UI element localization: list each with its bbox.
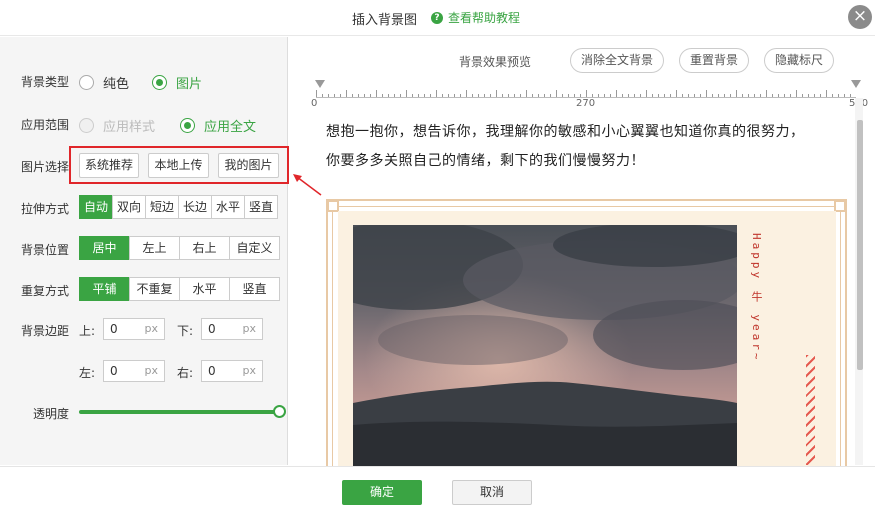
position-custom-button[interactable]: 自定义 bbox=[229, 236, 280, 260]
document-line: 你要多多关照自己的情绪，剩下的我们慢慢努力！ bbox=[326, 153, 645, 169]
close-icon: × bbox=[852, 6, 868, 26]
stretch-both-button[interactable]: 双向 bbox=[112, 195, 146, 219]
margin-bottom-value: 0 bbox=[208, 322, 216, 336]
stretch-horizontal-button[interactable]: 水平 bbox=[211, 195, 245, 219]
dialog-footer bbox=[0, 466, 875, 512]
ruler-left-marker-icon[interactable] bbox=[315, 80, 325, 88]
radio-apply-all[interactable]: 应用全文 bbox=[180, 116, 256, 135]
stretch-label: 拉伸方式 bbox=[21, 202, 70, 216]
radio-image[interactable]: 图片 bbox=[152, 73, 202, 92]
dialog-titlebar: 插入背景图 ? 查看帮助教程 × bbox=[0, 0, 875, 36]
margin-top-value: 0 bbox=[110, 322, 118, 336]
margin-left-value: 0 bbox=[110, 364, 118, 378]
card-greeting-text: Happy 牛 year~ bbox=[750, 233, 763, 363]
repeat-options: 平铺 不重复 水平 竖直 bbox=[79, 277, 280, 301]
radio-apply-style: 应用样式 bbox=[79, 116, 155, 135]
repeat-horizontal-button[interactable]: 水平 bbox=[179, 277, 230, 301]
margin-unit: px bbox=[144, 322, 159, 335]
repeat-tile-button[interactable]: 平铺 bbox=[79, 277, 130, 301]
apply-scope-label: 应用范围 bbox=[21, 118, 70, 132]
margin-right-label: 右: bbox=[177, 366, 194, 380]
radio-label: 图片 bbox=[176, 77, 203, 92]
radio-label: 应用全文 bbox=[204, 120, 257, 135]
margin-unit: px bbox=[242, 322, 257, 335]
position-top-left-button[interactable]: 左上 bbox=[129, 236, 180, 260]
margin-bottom-label: 下: bbox=[177, 324, 194, 338]
radio-solid-color[interactable]: 纯色 bbox=[79, 73, 129, 92]
question-icon: ? bbox=[431, 11, 443, 24]
margin-top-input[interactable]: 0 px bbox=[103, 318, 165, 340]
ruler bbox=[316, 90, 856, 98]
stretch-long-button[interactable]: 长边 bbox=[178, 195, 212, 219]
close-button[interactable]: × bbox=[848, 5, 872, 29]
help-link-label: 查看帮助教程 bbox=[448, 11, 521, 25]
repeat-vertical-button[interactable]: 竖直 bbox=[229, 277, 280, 301]
margin-right-value: 0 bbox=[208, 364, 216, 378]
margin-left-label: 左: bbox=[79, 366, 96, 380]
stretch-vertical-button[interactable]: 竖直 bbox=[244, 195, 278, 219]
margin-right-input[interactable]: 0 px bbox=[201, 360, 263, 382]
radio-label: 纯色 bbox=[103, 77, 130, 92]
preview-label: 背景效果预览 bbox=[459, 55, 532, 69]
radio-circle-checked bbox=[152, 75, 167, 90]
background-photo bbox=[353, 225, 737, 470]
confirm-button[interactable]: 确定 bbox=[342, 480, 422, 505]
position-center-button[interactable]: 居中 bbox=[79, 236, 130, 260]
opacity-slider-track[interactable] bbox=[79, 410, 277, 414]
stretch-auto-button[interactable]: 自动 bbox=[79, 195, 113, 219]
help-link[interactable]: ? 查看帮助教程 bbox=[431, 9, 520, 26]
cancel-button[interactable]: 取消 bbox=[452, 480, 532, 505]
margin-bottom-input[interactable]: 0 px bbox=[201, 318, 263, 340]
opacity-slider-handle[interactable] bbox=[273, 405, 286, 418]
card-decorative-stripes bbox=[806, 355, 815, 465]
radio-circle-checked bbox=[180, 118, 195, 133]
margin-label: 背景边距 bbox=[21, 324, 70, 338]
radio-circle-disabled bbox=[79, 118, 94, 133]
margin-unit: px bbox=[242, 364, 257, 377]
repeat-label: 重复方式 bbox=[21, 284, 70, 298]
margin-left-input[interactable]: 0 px bbox=[103, 360, 165, 382]
position-top-right-button[interactable]: 右上 bbox=[179, 236, 230, 260]
clear-background-button[interactable]: 消除全文背景 bbox=[570, 48, 664, 73]
hide-ruler-button[interactable]: 隐藏标尺 bbox=[764, 48, 834, 73]
highlight-box bbox=[69, 146, 289, 184]
margin-unit: px bbox=[144, 364, 159, 377]
position-label: 背景位置 bbox=[21, 243, 70, 257]
landscape-photo bbox=[353, 225, 737, 470]
radio-circle bbox=[79, 75, 94, 90]
stretch-short-button[interactable]: 短边 bbox=[145, 195, 179, 219]
stretch-options: 自动 双向 短边 长边 水平 竖直 bbox=[79, 195, 278, 219]
ruler-right-marker-icon[interactable] bbox=[851, 80, 861, 88]
margin-top-label: 上: bbox=[79, 324, 96, 338]
dialog-title: 插入背景图 bbox=[352, 13, 418, 28]
opacity-label: 透明度 bbox=[33, 407, 70, 421]
position-options: 居中 左上 右上 自定义 bbox=[79, 236, 280, 260]
annotation-arrow bbox=[293, 174, 322, 196]
preview-scrollbar-thumb[interactable] bbox=[857, 120, 863, 370]
ruler-start-number: 0 bbox=[311, 98, 318, 109]
image-select-label: 图片选择 bbox=[21, 160, 70, 174]
repeat-none-button[interactable]: 不重复 bbox=[129, 277, 180, 301]
ruler-mid-number: 270 bbox=[576, 98, 596, 109]
bg-type-label: 背景类型 bbox=[21, 75, 70, 89]
document-line: 想抱一抱你，想告诉你，我理解你的敏感和小心翼翼也知道你真的很努力， bbox=[326, 124, 805, 140]
reset-background-button[interactable]: 重置背景 bbox=[679, 48, 749, 73]
radio-label: 应用样式 bbox=[103, 120, 156, 135]
